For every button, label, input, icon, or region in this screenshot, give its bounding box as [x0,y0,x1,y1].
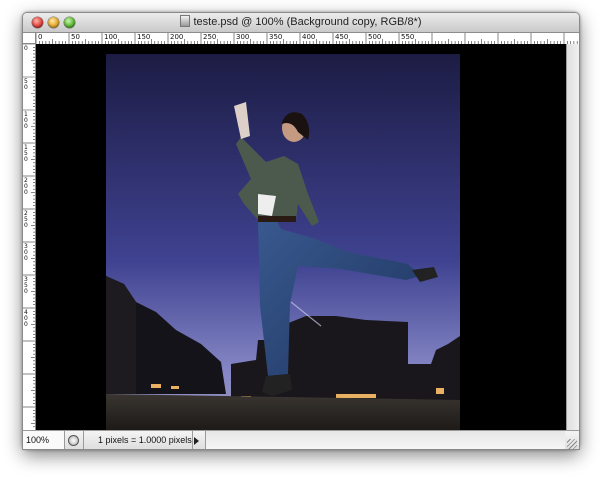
belt [258,216,296,222]
photo [106,54,460,430]
ruler-label: 250 [203,33,217,41]
ruler-label: 150 [24,144,28,163]
status-bar: 100% 1 pixels = 1.0000 pixels [23,430,579,449]
window-title: teste.psd @ 100% (Background copy, RGB/8… [193,16,422,28]
ruler-label: 100 [104,33,118,41]
ruler-label: 200 [170,33,184,41]
vertical-scrollbar[interactable] [566,44,579,430]
ruler-label: 300 [236,33,250,41]
ruler-label: 450 [335,33,349,41]
window-title-wrap: teste.psd @ 100% (Background copy, RGB/8… [23,15,579,29]
document-window: teste.psd @ 100% (Background copy, RGB/8… [22,12,580,450]
zoom-level-field[interactable]: 100% [23,431,65,449]
title-bar[interactable]: teste.psd @ 100% (Background copy, RGB/8… [23,13,579,33]
ruler-label: 0 [24,45,28,52]
ruler-label: 300 [24,243,28,262]
ruler-label: 350 [24,276,28,295]
plaza-ground [106,394,460,430]
ruler-label: 250 [24,210,28,229]
ruler-label: 400 [302,33,316,41]
ruler-label: 350 [269,33,283,41]
ruler-label: 200 [24,177,28,196]
ruler-label: 500 [368,33,382,41]
status-info-text: 1 pixels = 1.0000 pixels [83,431,193,449]
vertical-ruler[interactable]: 0 50 100 150 200 250 300 350 400 [23,44,36,430]
ruler-label: 400 [24,309,28,328]
ruler-label: 0 [38,33,43,41]
status-info-icon[interactable] [68,435,79,446]
ruler-label: 550 [401,33,415,41]
ruler-label: 150 [137,33,151,41]
document-canvas[interactable] [36,44,566,430]
ruler-label: 100 [24,111,28,130]
horizontal-scrollbar[interactable] [205,431,565,449]
ruler-label: 50 [71,33,80,41]
document-proxy-icon[interactable] [180,15,191,27]
resize-grip-icon[interactable] [567,439,577,449]
ruler-origin[interactable] [23,33,36,44]
photo-canvas [36,44,566,430]
vertical-ruler-ticks [23,44,35,428]
status-menu-arrow-icon[interactable] [194,437,199,445]
ruler-label: 50 [24,78,28,91]
